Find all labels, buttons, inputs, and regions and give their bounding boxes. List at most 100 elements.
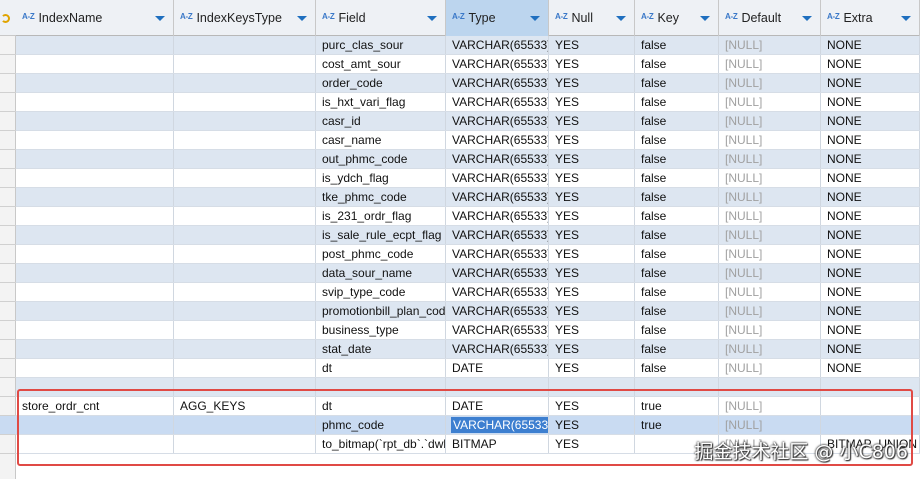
table-row[interactable]	[16, 378, 920, 397]
cell-type[interactable]: VARCHAR(65533)	[446, 55, 549, 73]
cell-indexname[interactable]	[16, 378, 174, 396]
cell-indexname[interactable]	[16, 207, 174, 225]
refresh-icon[interactable]	[0, 0, 16, 36]
row-handle[interactable]	[0, 112, 16, 131]
cell-field[interactable]: to_bitmap(`rpt_db`.`dwb	[316, 435, 446, 453]
cell-field[interactable]	[316, 378, 446, 396]
cell-key[interactable]: false	[635, 245, 719, 263]
cell-indexname[interactable]	[16, 112, 174, 130]
cell-null[interactable]: YES	[549, 169, 635, 187]
cell-null[interactable]: YES	[549, 207, 635, 225]
cell-default[interactable]: [NULL]	[719, 207, 821, 225]
cell-type[interactable]: BITMAP	[446, 435, 549, 453]
cell-indexname[interactable]	[16, 416, 174, 434]
cell-null[interactable]: YES	[549, 93, 635, 111]
cell-indexkeystype[interactable]	[174, 55, 316, 73]
cell-field[interactable]: cost_amt_sour	[316, 55, 446, 73]
table-row[interactable]: is_sale_rule_ecpt_flag VARCHAR(65533) YES f…	[16, 226, 920, 245]
cell-extra[interactable]: NONE	[821, 302, 920, 320]
cell-key[interactable]: false	[635, 321, 719, 339]
cell-type[interactable]: VARCHAR(65533)	[446, 169, 549, 187]
table-row[interactable]: out_phmc_code VARCHAR(65533) YES false [NULL…	[16, 150, 920, 169]
cell-indexname[interactable]	[16, 36, 174, 54]
cell-indexkeystype[interactable]	[174, 283, 316, 301]
table-row[interactable]: stat_date VARCHAR(65533) YES false [NULL] NON…	[16, 340, 920, 359]
cell-type[interactable]: VARCHAR(65533)	[446, 283, 549, 301]
cell-key[interactable]: false	[635, 226, 719, 244]
cell-type[interactable]: VARCHAR(65533)	[446, 74, 549, 92]
row-handle[interactable]	[0, 340, 16, 359]
cell-type[interactable]: VARCHAR(65533)	[446, 321, 549, 339]
cell-indexkeystype[interactable]	[174, 359, 316, 377]
cell-type[interactable]: DATE	[446, 359, 549, 377]
cell-indexkeystype[interactable]	[174, 245, 316, 263]
cell-type[interactable]: VARCHAR(65533)	[446, 188, 549, 206]
cell-null[interactable]: YES	[549, 226, 635, 244]
cell-indexkeystype[interactable]	[174, 226, 316, 244]
cell-key[interactable]: false	[635, 340, 719, 358]
filter-dropdown-icon[interactable]	[297, 16, 307, 21]
sort-az-icon[interactable]: A-Z	[827, 13, 840, 21]
filter-dropdown-icon[interactable]	[155, 16, 165, 21]
cell-default[interactable]: [NULL]	[719, 36, 821, 54]
row-handle[interactable]	[0, 207, 16, 226]
table-row[interactable]: is_231_ordr_flag VARCHAR(65533) YES false [N…	[16, 207, 920, 226]
column-header-field[interactable]: A-Z Field	[316, 0, 446, 36]
row-handle[interactable]	[0, 321, 16, 340]
cell-default[interactable]: [NULL]	[719, 321, 821, 339]
filter-dropdown-icon[interactable]	[530, 16, 540, 21]
cell-key[interactable]: false	[635, 283, 719, 301]
cell-type[interactable]	[446, 378, 549, 396]
cell-type[interactable]: VARCHAR(65533)	[446, 302, 549, 320]
cell-null[interactable]	[549, 378, 635, 396]
row-handle[interactable]	[0, 302, 16, 321]
cell-indexkeystype[interactable]	[174, 416, 316, 434]
cell-default[interactable]: [NULL]	[719, 416, 821, 434]
cell-extra[interactable]	[821, 416, 920, 434]
cell-field[interactable]: data_sour_name	[316, 264, 446, 282]
cell-type[interactable]: VARCHAR(65533)	[446, 207, 549, 225]
cell-extra[interactable]: NONE	[821, 55, 920, 73]
cell-null[interactable]: YES	[549, 397, 635, 415]
cell-type[interactable]: VARCHAR(65533)	[446, 264, 549, 282]
cell-extra[interactable]	[821, 397, 920, 415]
cell-null[interactable]: YES	[549, 302, 635, 320]
sort-az-icon[interactable]: A-Z	[322, 13, 335, 21]
cell-extra[interactable]: NONE	[821, 340, 920, 358]
cell-indexkeystype[interactable]	[174, 321, 316, 339]
row-handle[interactable]	[0, 435, 16, 454]
cell-type[interactable]: VARCHAR(65533)	[446, 416, 549, 434]
cell-key[interactable]: true	[635, 397, 719, 415]
cell-default[interactable]: [NULL]	[719, 226, 821, 244]
cell-type[interactable]: VARCHAR(65533)	[446, 226, 549, 244]
cell-key[interactable]: false	[635, 359, 719, 377]
cell-type[interactable]: VARCHAR(65533)	[446, 340, 549, 358]
cell-null[interactable]: YES	[549, 321, 635, 339]
row-handle[interactable]	[0, 264, 16, 283]
row-handle[interactable]	[0, 93, 16, 112]
cell-default[interactable]: [NULL]	[719, 359, 821, 377]
cell-indexname[interactable]	[16, 264, 174, 282]
cell-key[interactable]: false	[635, 131, 719, 149]
table-row[interactable]: purc_clas_sour VARCHAR(65533) YES false [NUL…	[16, 36, 920, 55]
cell-type[interactable]: DATE	[446, 397, 549, 415]
table-row[interactable]: order_code VARCHAR(65533) YES false [NULL] NO…	[16, 74, 920, 93]
cell-null[interactable]: YES	[549, 435, 635, 453]
row-handle[interactable]	[0, 245, 16, 264]
cell-indexname[interactable]	[16, 435, 174, 453]
cell-indexname[interactable]	[16, 359, 174, 377]
cell-field[interactable]: promotionbill_plan_code	[316, 302, 446, 320]
row-handle[interactable]	[0, 359, 16, 378]
cell-indexname[interactable]	[16, 340, 174, 358]
cell-field[interactable]: tke_phmc_code	[316, 188, 446, 206]
row-handle[interactable]	[0, 226, 16, 245]
cell-field[interactable]: dt	[316, 397, 446, 415]
cell-indexname[interactable]	[16, 74, 174, 92]
table-row[interactable]: casr_id VARCHAR(65533) YES false [NULL] NONE	[16, 112, 920, 131]
row-handle[interactable]	[0, 169, 16, 188]
cell-key[interactable]: false	[635, 55, 719, 73]
cell-extra[interactable]: NONE	[821, 245, 920, 263]
cell-key[interactable]: false	[635, 302, 719, 320]
cell-extra[interactable]: NONE	[821, 150, 920, 168]
cell-indexname[interactable]	[16, 245, 174, 263]
